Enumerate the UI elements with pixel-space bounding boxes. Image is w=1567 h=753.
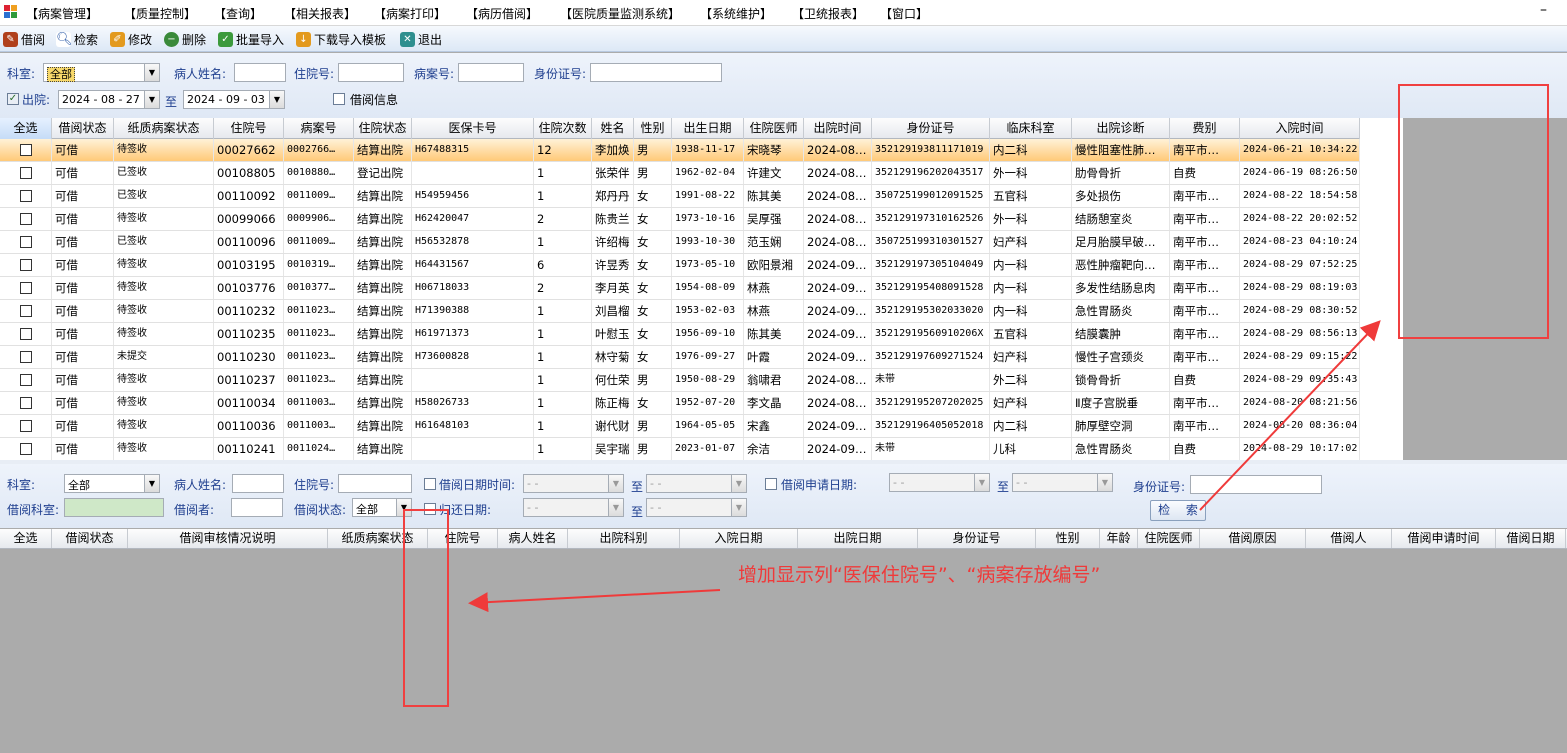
- annotation-arrow-to-bottom-box: [468, 589, 721, 613]
- annotation-text: 增加显示列“医保住院号”、“病案存放编号”: [738, 564, 1101, 586]
- annotation-arrows: [468, 320, 1381, 613]
- annotation-arrow-to-right-box: [1199, 320, 1381, 511]
